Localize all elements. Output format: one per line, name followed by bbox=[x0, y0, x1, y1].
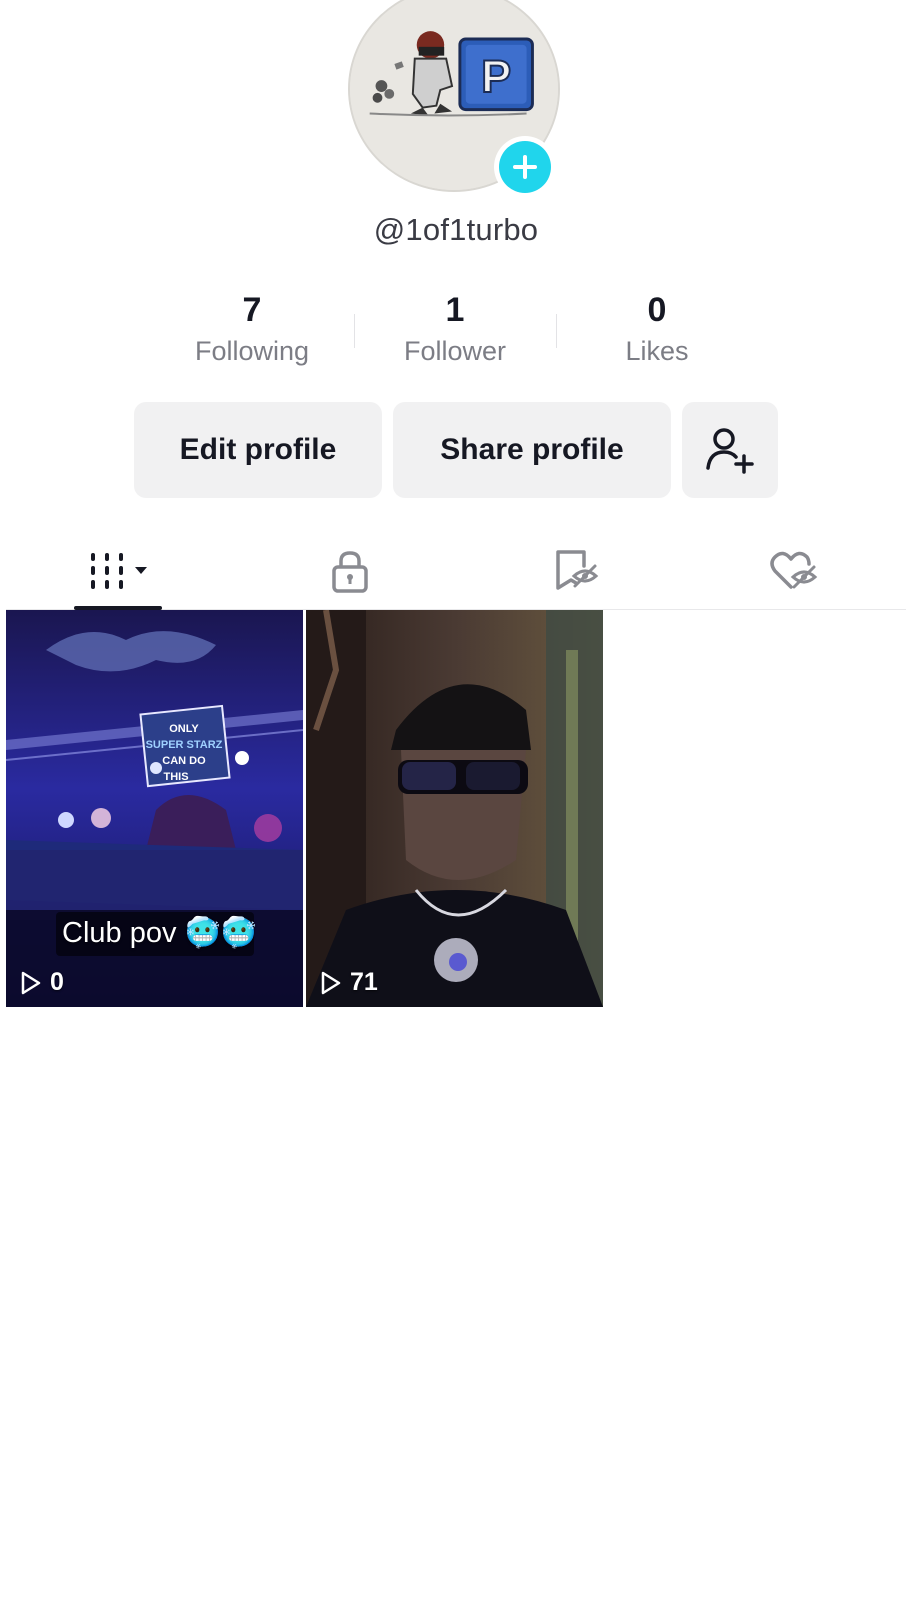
share-profile-button[interactable]: Share profile bbox=[393, 402, 671, 498]
username: @1of1turbo bbox=[373, 212, 539, 247]
profile-tabs bbox=[6, 532, 906, 610]
chevron-down-icon bbox=[135, 567, 147, 574]
stat-divider bbox=[354, 314, 355, 348]
lock-icon bbox=[332, 551, 368, 593]
video-thumbnail[interactable]: 71 bbox=[306, 610, 603, 1007]
follower-label: Follower bbox=[403, 336, 507, 366]
svg-text:SUPER STARZ: SUPER STARZ bbox=[146, 739, 223, 751]
add-friend-icon bbox=[706, 428, 754, 474]
add-avatar-button[interactable] bbox=[494, 136, 556, 198]
profile-stats: 7 Following 1 Follower 0 Likes bbox=[0, 290, 912, 380]
stat-likes[interactable]: 0 Likes bbox=[567, 290, 747, 367]
likes-label: Likes bbox=[625, 336, 689, 366]
stat-followers[interactable]: 1 Follower bbox=[365, 290, 545, 367]
play-icon bbox=[21, 971, 41, 994]
following-label: Following bbox=[194, 336, 310, 366]
tab-saved[interactable] bbox=[532, 532, 620, 610]
likes-count: 0 bbox=[647, 291, 667, 329]
svg-text:CAN DO: CAN DO bbox=[162, 755, 206, 767]
video-thumbnail[interactable]: ONLY SUPER STARZ CAN DO THIS Club pov 🥶🥶… bbox=[6, 610, 303, 1007]
following-count: 7 bbox=[242, 291, 262, 329]
view-count-value: 0 bbox=[50, 968, 64, 996]
view-count: 0 bbox=[20, 968, 64, 997]
play-icon bbox=[321, 971, 341, 994]
stat-divider bbox=[556, 314, 557, 348]
tab-videos[interactable] bbox=[74, 532, 162, 610]
stat-following[interactable]: 7 Following bbox=[162, 290, 342, 367]
heart-hidden-icon bbox=[770, 551, 818, 589]
svg-text:P: P bbox=[481, 51, 511, 102]
add-friends-button[interactable] bbox=[682, 402, 778, 498]
video-thumbnail-image bbox=[306, 610, 603, 1007]
edit-profile-button[interactable]: Edit profile bbox=[134, 402, 382, 498]
svg-text:ONLY: ONLY bbox=[169, 723, 199, 735]
svg-text:THIS: THIS bbox=[163, 771, 188, 783]
plus-icon bbox=[513, 155, 537, 179]
bookmark-hidden-icon bbox=[556, 550, 599, 590]
video-caption: Club pov 🥶🥶 bbox=[62, 917, 257, 949]
grid-icon bbox=[91, 553, 147, 589]
follower-count: 1 bbox=[445, 291, 465, 329]
view-count: 71 bbox=[320, 968, 378, 997]
tab-liked[interactable] bbox=[750, 532, 838, 610]
tab-private[interactable] bbox=[306, 532, 394, 610]
view-count-value: 71 bbox=[350, 968, 378, 996]
